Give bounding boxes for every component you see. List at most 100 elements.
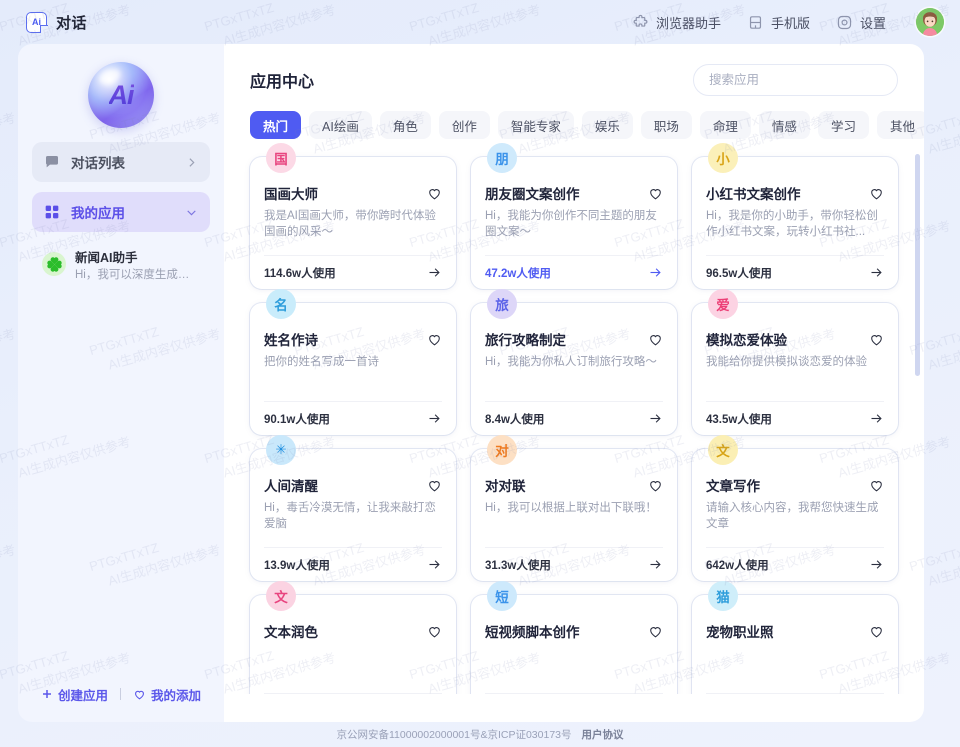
app-badge-label: 名 bbox=[274, 298, 288, 313]
app-card-footer bbox=[485, 693, 663, 694]
sidebar-item-my-apps[interactable]: 我的应用 bbox=[32, 192, 210, 232]
sidebar-logo: Ai bbox=[18, 44, 224, 142]
app-card-title-row: 文本润色 bbox=[264, 621, 442, 641]
app-card-title: 朋友圈文案创作 bbox=[485, 187, 580, 202]
browser-assistant-button[interactable]: 浏览器助手 bbox=[632, 13, 721, 32]
watermark-line-2: AI生成内容仅供参考 bbox=[926, 541, 960, 589]
favorite-heart-icon[interactable] bbox=[427, 624, 442, 639]
app-card[interactable]: 爱模拟恋爱体验 我能给你提供模拟谈恋爱的体验 43.5w人使用 bbox=[692, 289, 898, 435]
arrow-right-icon[interactable] bbox=[427, 265, 442, 280]
tab-5[interactable]: 娱乐 bbox=[581, 111, 633, 139]
favorite-heart-icon[interactable] bbox=[869, 624, 884, 639]
sidebar-footer: 创建应用 我的添加 bbox=[18, 666, 224, 722]
app-card[interactable]: 名姓名作诗 把你的姓名写成一首诗 90.1w人使用 bbox=[250, 289, 456, 435]
arrow-right-icon[interactable] bbox=[869, 411, 884, 426]
app-badge-label: 朋 bbox=[495, 152, 509, 167]
mobile-icon bbox=[749, 15, 762, 29]
favorite-heart-icon[interactable] bbox=[427, 332, 442, 347]
tab-7[interactable]: 命理 bbox=[699, 111, 751, 139]
arrow-right-icon[interactable] bbox=[869, 557, 884, 572]
tab-4[interactable]: 智能专家 bbox=[497, 111, 574, 139]
favorite-heart-icon[interactable] bbox=[648, 478, 663, 493]
app-card[interactable]: 文文本润色 bbox=[250, 581, 456, 694]
browser-assistant-label: 浏览器助手 bbox=[655, 15, 721, 31]
app-card-usage: 31.3w人使用 bbox=[485, 559, 551, 572]
app-card-desc: 我能给你提供模拟谈恋爱的体验 bbox=[706, 356, 867, 368]
watermark-text: PTGxTTxTZAI生成内容仅供参考 bbox=[0, 523, 18, 595]
my-favorites-button[interactable]: 我的添加 bbox=[121, 685, 213, 704]
tab-0[interactable]: 热门 bbox=[250, 111, 302, 139]
app-card-footer: 13.9w人使用 bbox=[264, 547, 442, 581]
app-card[interactable]: 旅旅行攻略制定 Hi，我能为你私人订制旅行攻略～ 8.4w人使用 bbox=[471, 289, 677, 435]
app-card-title-row: 旅行攻略制定 bbox=[485, 329, 663, 349]
app-badge-icon: 文 bbox=[708, 435, 738, 465]
search-box[interactable] bbox=[693, 64, 898, 96]
app-card[interactable]: 猫宠物职业照 bbox=[692, 581, 898, 694]
watermark-line-1: PTGxTTxTZ bbox=[0, 523, 13, 577]
favorite-heart-icon[interactable] bbox=[869, 332, 884, 347]
top-bar: Ai 对话 浏览器助手 手机版 设置 bbox=[0, 0, 960, 44]
app-card-title-row: 国画大师 bbox=[264, 183, 442, 203]
arrow-right-icon[interactable] bbox=[648, 265, 663, 280]
favorite-heart-icon[interactable] bbox=[648, 332, 663, 347]
arrow-right-icon[interactable] bbox=[648, 557, 663, 572]
brand[interactable]: Ai 对话 bbox=[26, 11, 87, 34]
vertical-scrollbar[interactable] bbox=[915, 154, 920, 376]
tab-2[interactable]: 角色 bbox=[379, 111, 431, 139]
app-card-desc: Hi，我可以根据上联对出下联哦！ bbox=[485, 502, 657, 514]
tab-9[interactable]: 学习 bbox=[817, 111, 869, 139]
tab-label: 角色 bbox=[392, 119, 418, 134]
list-item[interactable]: 新闻AI助手 Hi，我可以深度生成文案，也可... bbox=[32, 244, 210, 290]
app-card-footer: 96.5w人使用 bbox=[706, 255, 884, 289]
tab-1[interactable]: AI绘画 bbox=[309, 111, 372, 139]
app-card-desc: 把你的姓名写成一首诗 bbox=[264, 356, 379, 368]
arrow-right-icon[interactable] bbox=[427, 411, 442, 426]
search-input[interactable] bbox=[709, 73, 882, 87]
app-badge-label: 文 bbox=[274, 590, 288, 605]
tab-10[interactable]: 其他 bbox=[876, 111, 924, 139]
tab-label: 娱乐 bbox=[594, 119, 620, 134]
tab-3[interactable]: 创作 bbox=[438, 111, 490, 139]
tab-6[interactable]: 职场 bbox=[640, 111, 692, 139]
app-card[interactable]: 短短视频脚本创作 bbox=[471, 581, 677, 694]
app-badge-icon: 猫 bbox=[708, 581, 738, 611]
clover-icon bbox=[42, 252, 66, 276]
favorite-heart-icon[interactable] bbox=[648, 186, 663, 201]
app-card[interactable]: 朋朋友圈文案创作 Hi，我能为你创作不同主题的朋友圈文案～ 47.2w人使用 bbox=[471, 143, 677, 289]
favorite-heart-icon[interactable] bbox=[648, 624, 663, 639]
user-agreement-link[interactable]: 用户协议 bbox=[582, 727, 624, 742]
ai-orb-label: Ai bbox=[108, 79, 135, 110]
app-card-grid: 国国画大师 我是AI国画大师，带你跨时代体验国画的风采～ 114.6w人使用 朋朋友圈… bbox=[250, 139, 898, 694]
app-card[interactable]: 国国画大师 我是AI国画大师，带你跨时代体验国画的风采～ 114.6w人使用 bbox=[250, 143, 456, 289]
ai-orb-icon: Ai bbox=[88, 62, 154, 128]
app-card[interactable]: ✳ 人间清醒 Hi，毒舌冷漠无情，让我来敲打恋爱脑 13.9w人使用 bbox=[250, 435, 456, 581]
user-avatar[interactable] bbox=[916, 8, 944, 36]
app-card[interactable]: 对对对联 Hi，我可以根据上联对出下联哦！ 31.3w人使用 bbox=[471, 435, 677, 581]
favorite-heart-icon[interactable] bbox=[869, 186, 884, 201]
watermark-line-2: AI生成内容仅供参考 bbox=[926, 109, 960, 157]
tab-8[interactable]: 情感 bbox=[758, 111, 810, 139]
arrow-right-icon[interactable] bbox=[648, 411, 663, 426]
app-card[interactable]: 小小红书文案创作 Hi，我是你的小助手，带你轻松创作小红书文案，玩转小红书社...… bbox=[692, 143, 898, 289]
settings-button[interactable]: 设置 bbox=[836, 13, 886, 32]
watermark-line-1: PTGxTTxTZ bbox=[0, 307, 13, 361]
app-card-title: 短视频脚本创作 bbox=[485, 625, 580, 640]
arrow-right-icon[interactable] bbox=[427, 557, 442, 572]
sidebar-item-chat-list[interactable]: 对话列表 bbox=[32, 142, 210, 182]
favorite-heart-icon[interactable] bbox=[869, 478, 884, 493]
app-card-usage: 8.4w人使用 bbox=[485, 413, 545, 426]
page-footer: 京公网安备11000002000001号&京ICP证030173号 用户协议 bbox=[0, 722, 960, 747]
watermark-line-2: AI生成内容仅供参考 bbox=[0, 541, 18, 589]
favorite-heart-icon[interactable] bbox=[427, 186, 442, 201]
app-card-desc: Hi，我能为你创作不同主题的朋友圈文案～ bbox=[485, 210, 657, 238]
app-card[interactable]: 文文章写作 请输入核心内容，我帮您快速生成文章 642w人使用 bbox=[692, 435, 898, 581]
mobile-version-button[interactable]: 手机版 bbox=[747, 13, 810, 32]
create-app-label: 创建应用 bbox=[57, 688, 108, 703]
app-card-desc: 我是AI国画大师，带你跨时代体验国画的风采～ bbox=[264, 210, 436, 238]
favorite-heart-icon[interactable] bbox=[427, 478, 442, 493]
app-card-title: 人间清醒 bbox=[264, 479, 318, 494]
arrow-right-icon[interactable] bbox=[869, 265, 884, 280]
create-app-button[interactable]: 创建应用 bbox=[29, 685, 120, 704]
sidebar-nav: 对话列表 我的应用 bbox=[18, 142, 224, 242]
app-card-scroll-area[interactable]: 国国画大师 我是AI国画大师，带你跨时代体验国画的风采～ 114.6w人使用 朋朋友圈… bbox=[224, 139, 924, 694]
